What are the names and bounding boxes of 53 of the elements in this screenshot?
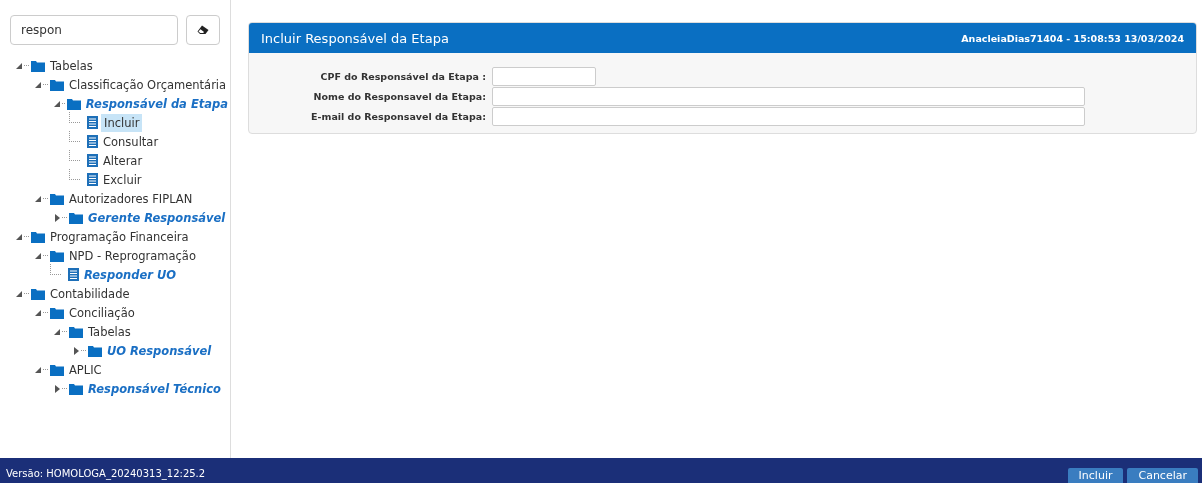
tree-item[interactable]: Responder UO xyxy=(82,266,179,283)
version-text: Versão: HOMOLOGA_20240313_12:25.2 xyxy=(6,468,206,482)
document-icon xyxy=(87,154,98,167)
input-field[interactable] xyxy=(492,87,1085,106)
folder-icon xyxy=(50,249,64,262)
expander-icon[interactable] xyxy=(71,345,81,356)
tree-item[interactable]: Autorizadores FIPLAN xyxy=(67,190,195,207)
folder-icon xyxy=(31,59,45,72)
clear-button[interactable] xyxy=(186,15,220,45)
document-icon xyxy=(87,135,98,148)
document-icon xyxy=(87,116,98,129)
tree-item[interactable]: Alterar xyxy=(101,152,145,169)
tree-item[interactable]: Tabelas xyxy=(48,57,95,74)
tree-item[interactable]: UO Responsável xyxy=(105,342,214,359)
field-label: CPF do Responsável da Etapa : xyxy=(319,71,486,82)
tree-item[interactable]: Gerente Responsável xyxy=(86,209,228,226)
folder-icon xyxy=(69,211,83,224)
input-field[interactable] xyxy=(492,67,596,86)
folder-icon xyxy=(88,344,102,357)
tree-item[interactable]: Tabelas xyxy=(86,323,133,340)
submit-button[interactable]: Incluir xyxy=(1067,468,1124,483)
panel-title: Incluir Responsável da Etapa xyxy=(261,30,449,46)
tree-item[interactable]: Classificação Orçamentária xyxy=(67,76,229,93)
tree-item[interactable]: Responsável Técnico xyxy=(86,380,223,397)
user-info: AnacleiaDias71404 - 15:08:53 13/03/2024 xyxy=(961,32,1184,44)
folder-icon xyxy=(50,78,64,91)
folder-icon xyxy=(69,325,83,338)
cancel-button[interactable]: Cancelar xyxy=(1127,468,1198,483)
folder-icon xyxy=(50,306,64,319)
field-label: E-mail do Responsavel da Etapa: xyxy=(310,111,486,122)
folder-icon xyxy=(31,230,45,243)
tree-item[interactable]: NPD - Reprogramação xyxy=(67,247,198,264)
field-label: Nome do Responsavel da Etapa: xyxy=(312,91,486,102)
document-icon xyxy=(87,173,98,186)
tree-item[interactable]: APLIC xyxy=(67,361,104,378)
eraser-icon xyxy=(197,25,209,35)
tree-item[interactable]: Consultar xyxy=(101,133,161,150)
expander-icon[interactable] xyxy=(52,383,62,394)
folder-icon xyxy=(66,97,81,110)
tree-item[interactable]: Incluir xyxy=(101,113,143,132)
folder-icon xyxy=(50,192,64,205)
tree-item[interactable]: Programação Financeira xyxy=(48,228,191,245)
folder-icon xyxy=(31,287,45,300)
expander-icon[interactable] xyxy=(52,212,62,223)
tree-item[interactable]: Excluir xyxy=(101,171,144,188)
input-field[interactable] xyxy=(492,107,1085,126)
folder-icon xyxy=(69,382,83,395)
folder-icon xyxy=(50,363,64,376)
tree-item[interactable]: Responsável da Etapa xyxy=(83,95,230,112)
tree-item[interactable]: Contabilidade xyxy=(48,285,132,302)
document-icon xyxy=(68,268,79,281)
tree-item[interactable]: Conciliação xyxy=(67,304,137,321)
search-field[interactable]: respon xyxy=(10,15,178,45)
